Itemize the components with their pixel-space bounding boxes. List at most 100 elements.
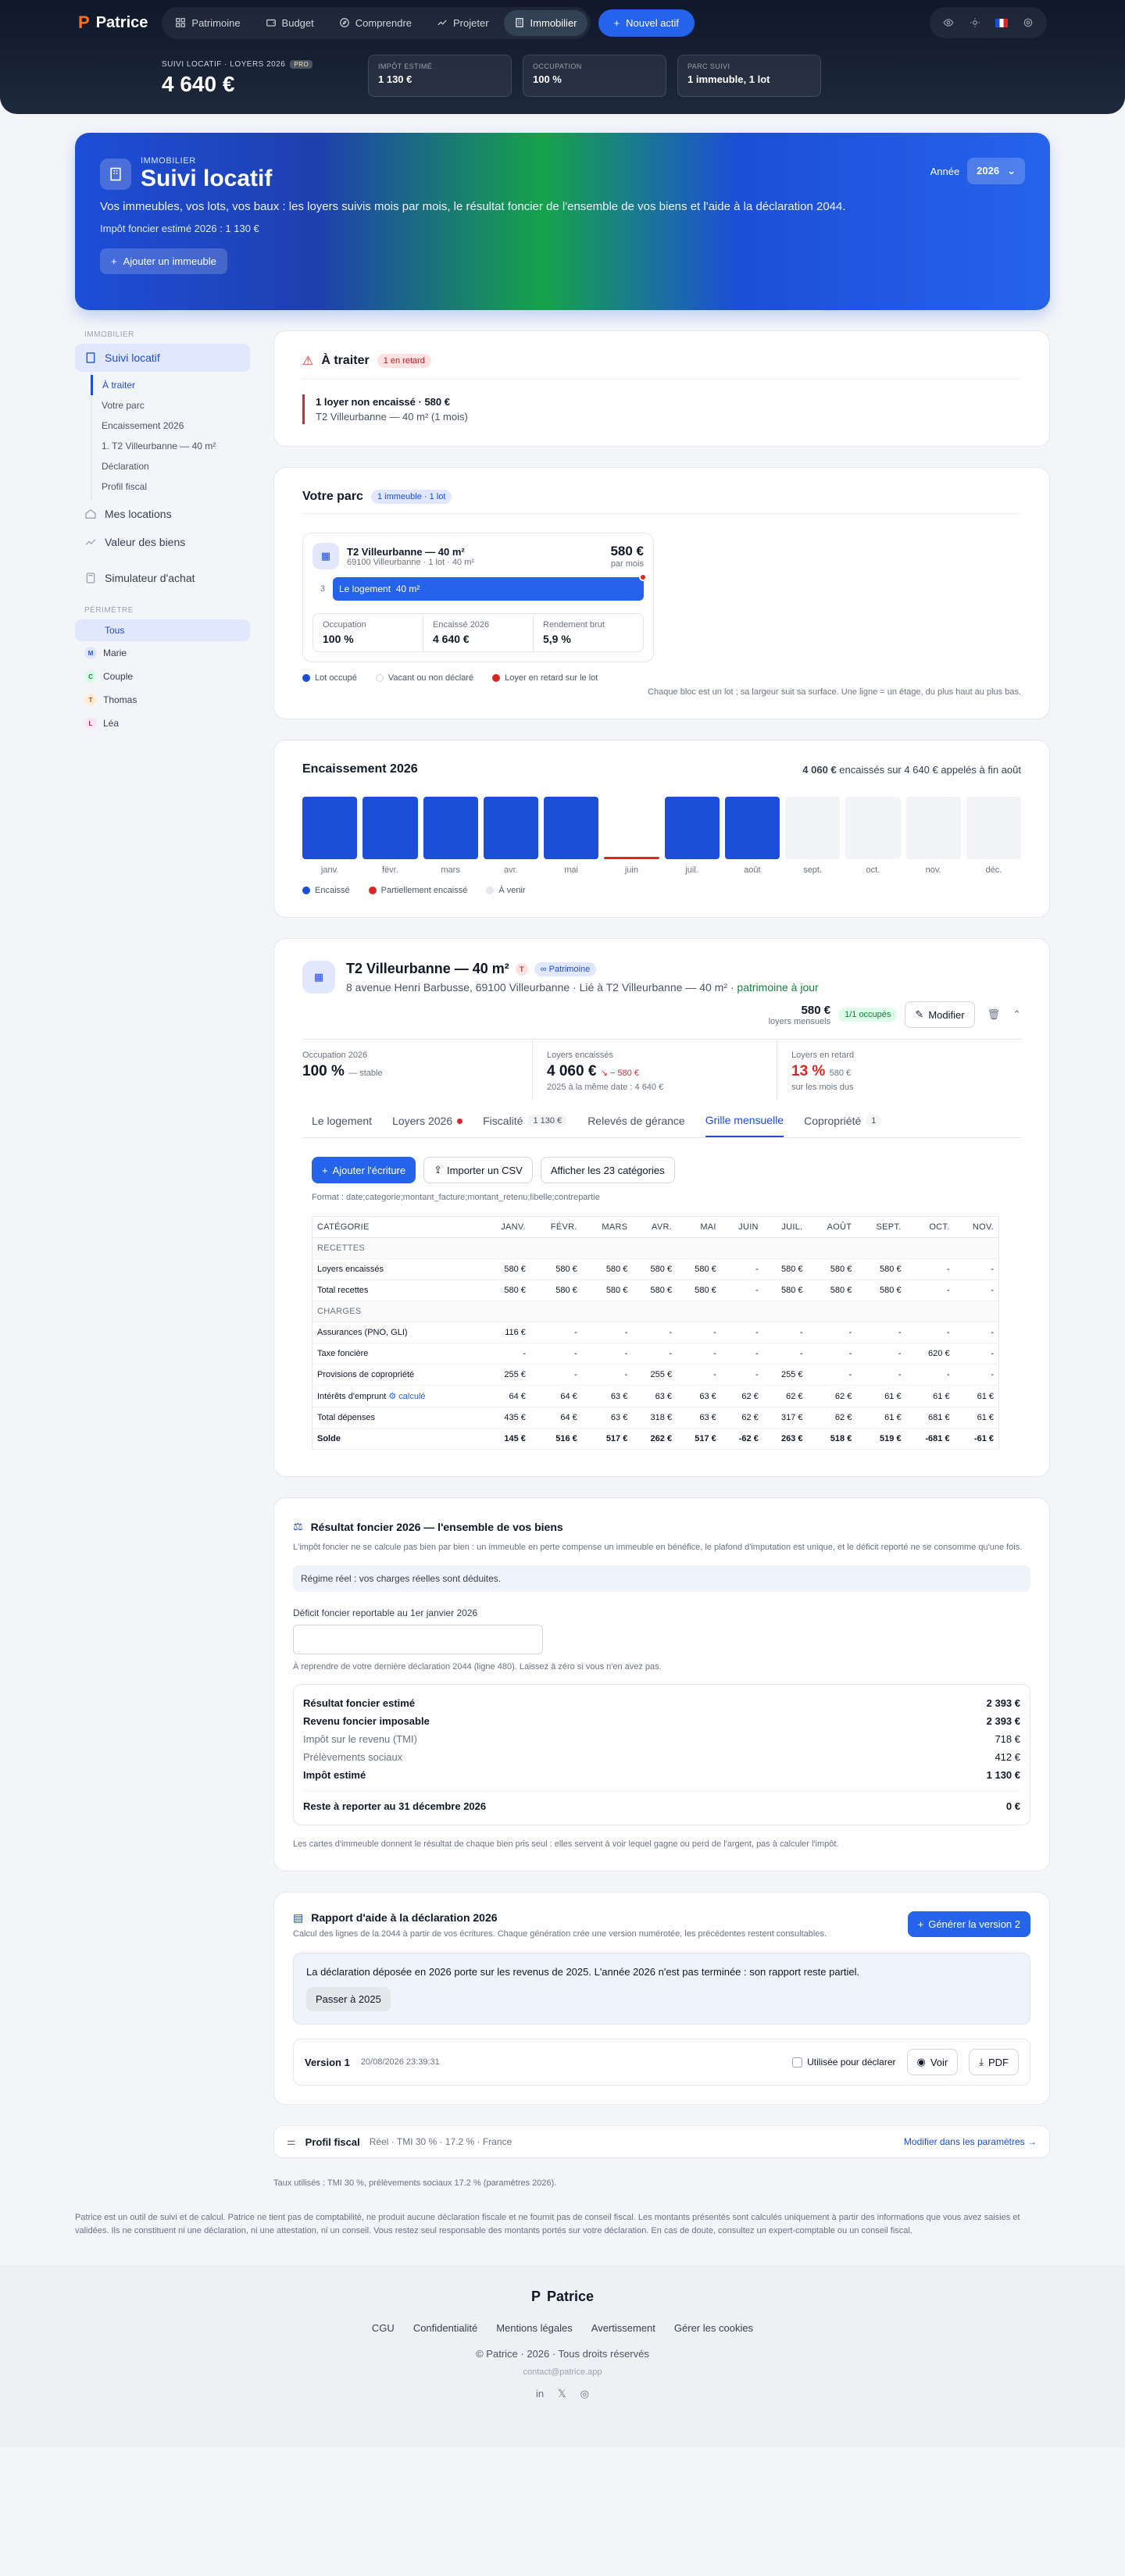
sidebar-item-valeur[interactable]: Valeur des biens bbox=[75, 528, 250, 556]
eye-icon[interactable] bbox=[938, 12, 959, 34]
grid-cell[interactable]: 63 € bbox=[581, 1385, 633, 1408]
chart-bar-12[interactable] bbox=[966, 797, 1021, 859]
used-checkbox[interactable]: Utilisée pour déclarer bbox=[792, 2057, 896, 2068]
sidebar-sub-item[interactable]: Déclaration bbox=[92, 456, 250, 476]
grid-cell[interactable]: 255 € bbox=[481, 1364, 530, 1386]
grid-cell[interactable]: 63 € bbox=[677, 1385, 721, 1408]
grid-cell[interactable]: - bbox=[530, 1364, 582, 1386]
grid-cell[interactable]: 580 € bbox=[481, 1258, 530, 1280]
grid-cell[interactable]: 580 € bbox=[856, 1258, 906, 1280]
grid-cell[interactable]: 580 € bbox=[856, 1279, 906, 1301]
grid-cell[interactable]: 62 € bbox=[762, 1385, 808, 1408]
grid-cell[interactable]: - bbox=[581, 1343, 633, 1365]
grid-cell[interactable]: - bbox=[762, 1322, 808, 1343]
trash-icon[interactable]: 🗑 bbox=[983, 1008, 1005, 1021]
grid-cell[interactable]: 64 € bbox=[481, 1385, 530, 1408]
grid-cell[interactable]: - bbox=[954, 1258, 999, 1280]
sun-icon[interactable] bbox=[964, 12, 986, 34]
switch-year-button[interactable]: Passer à 2025 bbox=[306, 1987, 391, 2011]
grid-cell[interactable]: 255 € bbox=[762, 1364, 808, 1386]
grid-cell[interactable]: 63 € bbox=[677, 1407, 721, 1429]
perimetre-marie[interactable]: M Marie bbox=[75, 641, 250, 665]
grid-cell[interactable]: - bbox=[905, 1364, 955, 1386]
chart-bar-6[interactable] bbox=[604, 857, 659, 859]
nav-comprendre[interactable]: Comprendre bbox=[329, 10, 422, 36]
tab-grille[interactable]: Grille mensuelle bbox=[705, 1104, 784, 1137]
patrimoine-link[interactable]: patrimoine à jour bbox=[737, 981, 818, 994]
grid-cell[interactable]: - bbox=[856, 1322, 906, 1343]
grid-cell[interactable]: - bbox=[632, 1322, 677, 1343]
chart-bar-1[interactable] bbox=[302, 797, 358, 859]
grid-cell[interactable]: 61 € bbox=[954, 1385, 999, 1408]
profil-link[interactable]: Modifier dans les paramètres → bbox=[904, 2136, 1037, 2147]
todo-item[interactable]: 1 loyer non encaissé · 580 € T2 Villeurba… bbox=[302, 394, 1021, 424]
chart-bar-7[interactable] bbox=[664, 797, 720, 859]
footer-link[interactable]: Mentions légales bbox=[496, 2322, 573, 2334]
grid-cell[interactable]: 435 € bbox=[481, 1407, 530, 1429]
grid-cell[interactable]: 62 € bbox=[720, 1385, 763, 1408]
grid-cell[interactable]: - bbox=[807, 1364, 857, 1386]
sidebar-sub-item[interactable]: À traiter bbox=[91, 375, 250, 395]
grid-cell[interactable]: - bbox=[856, 1343, 906, 1365]
chart-bar-11[interactable] bbox=[905, 797, 961, 859]
grid-cell[interactable]: -61 € bbox=[954, 1428, 999, 1450]
grid-cell[interactable]: 61 € bbox=[905, 1385, 955, 1408]
tab-loyers[interactable]: Loyers 2026 bbox=[392, 1104, 463, 1137]
grid-cell[interactable]: - bbox=[481, 1343, 530, 1365]
grid-cell[interactable]: 519 € bbox=[856, 1428, 906, 1450]
grid-cell[interactable]: 61 € bbox=[856, 1385, 906, 1408]
add-entry-button[interactable]: + Ajouter l'écriture bbox=[312, 1157, 416, 1183]
grid-cell[interactable]: 681 € bbox=[905, 1407, 955, 1429]
sidebar-sub-item[interactable]: Profil fiscal bbox=[92, 476, 250, 497]
flag-fr-icon[interactable] bbox=[991, 12, 1012, 34]
chart-bar-2[interactable] bbox=[362, 797, 418, 859]
chart-bar-4[interactable] bbox=[483, 797, 538, 859]
footer-link[interactable]: Avertissement bbox=[591, 2322, 655, 2334]
grid-cell[interactable]: 580 € bbox=[530, 1279, 582, 1301]
grid-cell[interactable]: - bbox=[677, 1364, 721, 1386]
grid-cell[interactable]: 517 € bbox=[581, 1428, 633, 1450]
tab-fiscalite[interactable]: Fiscalité 1 130 € bbox=[483, 1104, 568, 1137]
grid-cell[interactable]: 64 € bbox=[530, 1385, 582, 1408]
new-asset-button[interactable]: + Nouvel actif bbox=[598, 9, 695, 37]
tab-copropriete[interactable]: Copropriété 1 bbox=[804, 1104, 882, 1137]
view-button[interactable]: ◉ Voir bbox=[906, 2049, 959, 2075]
add-building-button[interactable]: + Ajouter un immeuble bbox=[100, 248, 227, 274]
app-logo[interactable]: P Patrice bbox=[78, 12, 148, 33]
perimetre-tous[interactable]: Tous bbox=[75, 619, 250, 641]
grid-cell[interactable]: 116 € bbox=[481, 1322, 530, 1343]
generate-version-button[interactable]: + Générer la version 2 bbox=[907, 1911, 1030, 1937]
grid-cell[interactable]: - bbox=[762, 1343, 808, 1365]
grid-cell[interactable]: 64 € bbox=[530, 1407, 582, 1429]
nav-projeter[interactable]: Projeter bbox=[427, 10, 499, 36]
grid-cell[interactable]: - bbox=[632, 1343, 677, 1365]
grid-cell[interactable]: 62 € bbox=[720, 1407, 763, 1429]
perimetre-couple[interactable]: C Couple bbox=[75, 665, 250, 688]
grid-cell[interactable]: 255 € bbox=[632, 1364, 677, 1386]
grid-cell[interactable]: 61 € bbox=[856, 1407, 906, 1429]
contact-email[interactable]: contact@patrice.app bbox=[0, 2367, 1125, 2377]
grid-cell[interactable]: - bbox=[807, 1322, 857, 1343]
grid-cell[interactable]: 580 € bbox=[481, 1279, 530, 1301]
tab-logement[interactable]: Le logement bbox=[312, 1104, 372, 1137]
grid-cell[interactable]: - bbox=[581, 1322, 633, 1343]
tab-releves[interactable]: Relevés de gérance bbox=[588, 1104, 685, 1137]
lot-card[interactable]: ▦ T2 Villeurbanne — 40 m² 69100 Villeurba… bbox=[302, 533, 654, 662]
nav-budget[interactable]: Budget bbox=[255, 10, 324, 36]
grid-cell[interactable]: - bbox=[905, 1258, 955, 1280]
grid-cell[interactable]: 263 € bbox=[762, 1428, 808, 1450]
grid-cell[interactable]: 262 € bbox=[632, 1428, 677, 1450]
grid-cell[interactable]: - bbox=[720, 1343, 763, 1365]
grid-cell[interactable]: 580 € bbox=[762, 1279, 808, 1301]
linkedin-icon[interactable]: in bbox=[536, 2388, 544, 2400]
lot-block[interactable]: Le logement 40 m² bbox=[333, 573, 647, 601]
footer-link[interactable]: CGU bbox=[372, 2322, 395, 2334]
grid-cell[interactable]: - bbox=[530, 1343, 582, 1365]
perimetre-lea[interactable]: L Léa bbox=[75, 712, 250, 735]
sidebar-sub-item[interactable]: Encaissement 2026 bbox=[92, 416, 250, 436]
grid-cell[interactable]: - bbox=[905, 1322, 955, 1343]
grid-cell[interactable]: - bbox=[807, 1343, 857, 1365]
sidebar-sub-item[interactable]: 1. T2 Villeurbanne — 40 m² bbox=[92, 436, 250, 456]
chevron-up-icon[interactable]: ⌃ bbox=[1012, 1008, 1021, 1021]
footer-link[interactable]: Gérer les cookies bbox=[674, 2322, 753, 2334]
